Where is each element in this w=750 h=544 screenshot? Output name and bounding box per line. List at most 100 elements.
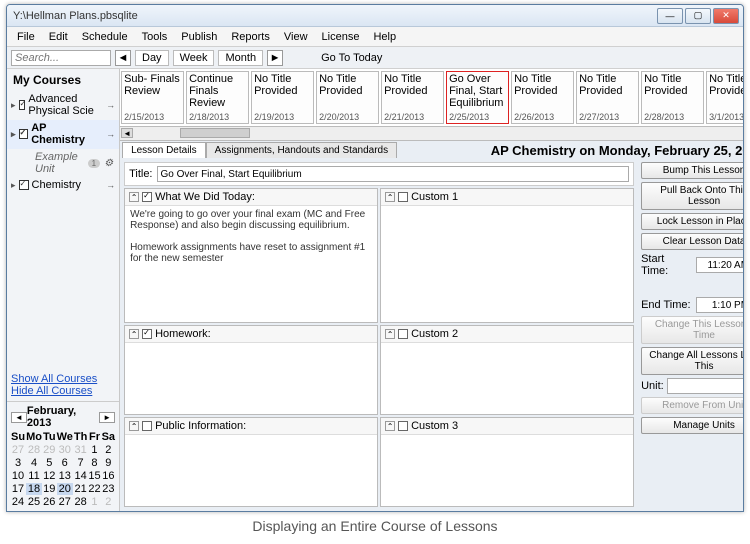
manage-units-button[interactable]: Manage Units xyxy=(641,417,744,434)
expand-icon[interactable]: ▸ xyxy=(11,100,16,111)
cal-day[interactable]: 21 xyxy=(74,483,87,495)
pane-checkbox[interactable] xyxy=(398,421,408,431)
timeline-card[interactable]: No Title Provided2/26/2013 xyxy=(511,71,574,124)
cal-day[interactable]: 4 xyxy=(26,457,42,469)
view-week[interactable]: Week xyxy=(173,50,215,66)
timeline-card[interactable]: Go Over Final, Start Equilibrium2/25/201… xyxy=(446,71,509,124)
cal-day[interactable]: 2 xyxy=(102,496,115,508)
close-button[interactable]: ✕ xyxy=(713,8,739,24)
search-input[interactable] xyxy=(11,50,111,66)
tab-lesson-details[interactable]: Lesson Details xyxy=(122,142,206,158)
pane-body[interactable] xyxy=(125,435,377,506)
cal-day[interactable]: 9 xyxy=(102,457,115,469)
minimize-button[interactable]: — xyxy=(657,8,683,24)
pane-body[interactable] xyxy=(381,435,633,506)
timeline-card[interactable]: Continue Finals Review2/18/2013 xyxy=(186,71,249,124)
cal-day[interactable]: 30 xyxy=(57,444,73,456)
unit-item[interactable]: Example Unit1⚙ xyxy=(7,149,119,177)
expand-icon[interactable]: ▸ xyxy=(11,180,16,191)
view-day[interactable]: Day xyxy=(135,50,169,66)
cal-day[interactable]: 12 xyxy=(43,470,56,482)
cal-day[interactable]: 22 xyxy=(88,483,100,495)
cal-day[interactable]: 16 xyxy=(102,470,115,482)
collapse-icon[interactable]: ⌃ xyxy=(385,421,395,431)
timeline-scrollbar[interactable]: ◄ ► xyxy=(120,127,744,141)
cal-prev-button[interactable]: ◄ xyxy=(11,412,27,423)
cal-day[interactable]: 1 xyxy=(88,444,100,456)
collapse-icon[interactable]: ⌃ xyxy=(129,421,139,431)
cal-day[interactable]: 11 xyxy=(26,470,42,482)
timeline-card[interactable]: Sub- Finals Review2/15/2013 xyxy=(121,71,184,124)
collapse-icon[interactable]: ⌃ xyxy=(129,192,139,202)
scroll-thumb[interactable] xyxy=(180,128,250,138)
pane-body[interactable]: We're going to go over your final exam (… xyxy=(125,206,377,322)
pane-checkbox[interactable] xyxy=(398,329,408,339)
course-item[interactable]: ▸AP Chemistry→ xyxy=(7,120,119,149)
cal-day[interactable]: 19 xyxy=(43,483,56,495)
pane-checkbox[interactable] xyxy=(142,421,152,431)
menu-edit[interactable]: Edit xyxy=(43,29,74,45)
timeline-card[interactable]: No Title Provided3/1/2013 xyxy=(706,71,744,124)
course-item[interactable]: ▸Advanced Physical Scie→ xyxy=(7,91,119,120)
change-all-button[interactable]: Change All Lessons Like This xyxy=(641,347,744,375)
cal-day[interactable]: 1 xyxy=(88,496,100,508)
view-month[interactable]: Month xyxy=(218,50,263,66)
cal-day[interactable]: 6 xyxy=(57,457,73,469)
scroll-left-button[interactable]: ◄ xyxy=(121,128,133,138)
course-checkbox[interactable] xyxy=(19,129,29,139)
course-checkbox[interactable] xyxy=(19,180,29,190)
mini-calendar[interactable]: ◄ February, 2013 ► SuMoTuWeThFrSa2728293… xyxy=(7,401,119,511)
course-item[interactable]: ▸Chemistry→ xyxy=(7,177,119,194)
cal-day[interactable]: 31 xyxy=(74,444,87,456)
cal-next-button[interactable]: ► xyxy=(99,412,115,423)
cal-day[interactable]: 24 xyxy=(11,496,25,508)
timeline-card[interactable]: No Title Provided2/21/2013 xyxy=(381,71,444,124)
pane-body[interactable] xyxy=(381,206,633,322)
menu-view[interactable]: View xyxy=(278,29,314,45)
start-time-input[interactable] xyxy=(696,257,744,273)
cal-day[interactable]: 7 xyxy=(74,457,87,469)
collapse-icon[interactable]: ⌃ xyxy=(129,329,139,339)
cal-day[interactable]: 3 xyxy=(11,457,25,469)
cal-day[interactable]: 25 xyxy=(26,496,42,508)
timeline-card[interactable]: No Title Provided2/20/2013 xyxy=(316,71,379,124)
timeline-card[interactable]: No Title Provided2/27/2013 xyxy=(576,71,639,124)
pane-body[interactable] xyxy=(125,343,377,414)
menu-tools[interactable]: Tools xyxy=(136,29,174,45)
timeline-card[interactable]: No Title Provided2/19/2013 xyxy=(251,71,314,124)
expand-icon[interactable]: ▸ xyxy=(11,129,16,140)
cal-day[interactable]: 27 xyxy=(11,444,25,456)
cal-day[interactable]: 2 xyxy=(102,444,115,456)
cal-day[interactable]: 27 xyxy=(57,496,73,508)
collapse-icon[interactable]: ⌃ xyxy=(385,329,395,339)
menu-file[interactable]: File xyxy=(11,29,41,45)
cal-day[interactable]: 13 xyxy=(57,470,73,482)
cal-day[interactable]: 15 xyxy=(88,470,100,482)
course-checkbox[interactable] xyxy=(19,100,26,110)
menu-reports[interactable]: Reports xyxy=(225,29,276,45)
bump-lesson-button[interactable]: Bump This Lesson xyxy=(641,162,744,179)
cal-day[interactable]: 28 xyxy=(74,496,87,508)
cal-day[interactable]: 5 xyxy=(43,457,56,469)
collapse-icon[interactable]: ⌃ xyxy=(385,192,395,202)
menu-schedule[interactable]: Schedule xyxy=(76,29,134,45)
menu-license[interactable]: License xyxy=(316,29,366,45)
end-time-input[interactable] xyxy=(696,297,744,313)
pane-checkbox[interactable] xyxy=(398,192,408,202)
gear-icon[interactable]: ⚙ xyxy=(104,158,113,169)
cal-day[interactable]: 28 xyxy=(26,444,42,456)
lesson-title-input[interactable] xyxy=(157,166,630,182)
cal-day[interactable]: 26 xyxy=(43,496,56,508)
cal-day[interactable]: 29 xyxy=(43,444,56,456)
cal-day[interactable]: 10 xyxy=(11,470,25,482)
nav-prev-button[interactable]: ◄ xyxy=(115,50,131,66)
tab-assignments[interactable]: Assignments, Handouts and Standards xyxy=(206,142,397,158)
cal-day[interactable]: 18 xyxy=(26,483,42,495)
maximize-button[interactable]: ▢ xyxy=(685,8,711,24)
timeline-card[interactable]: No Title Provided2/28/2013 xyxy=(641,71,704,124)
lock-lesson-button[interactable]: Lock Lesson in Place xyxy=(641,213,744,230)
clear-lesson-button[interactable]: Clear Lesson Data xyxy=(641,233,744,250)
pane-body[interactable] xyxy=(381,343,633,414)
cal-day[interactable]: 17 xyxy=(11,483,25,495)
cal-day[interactable]: 20 xyxy=(57,483,73,495)
